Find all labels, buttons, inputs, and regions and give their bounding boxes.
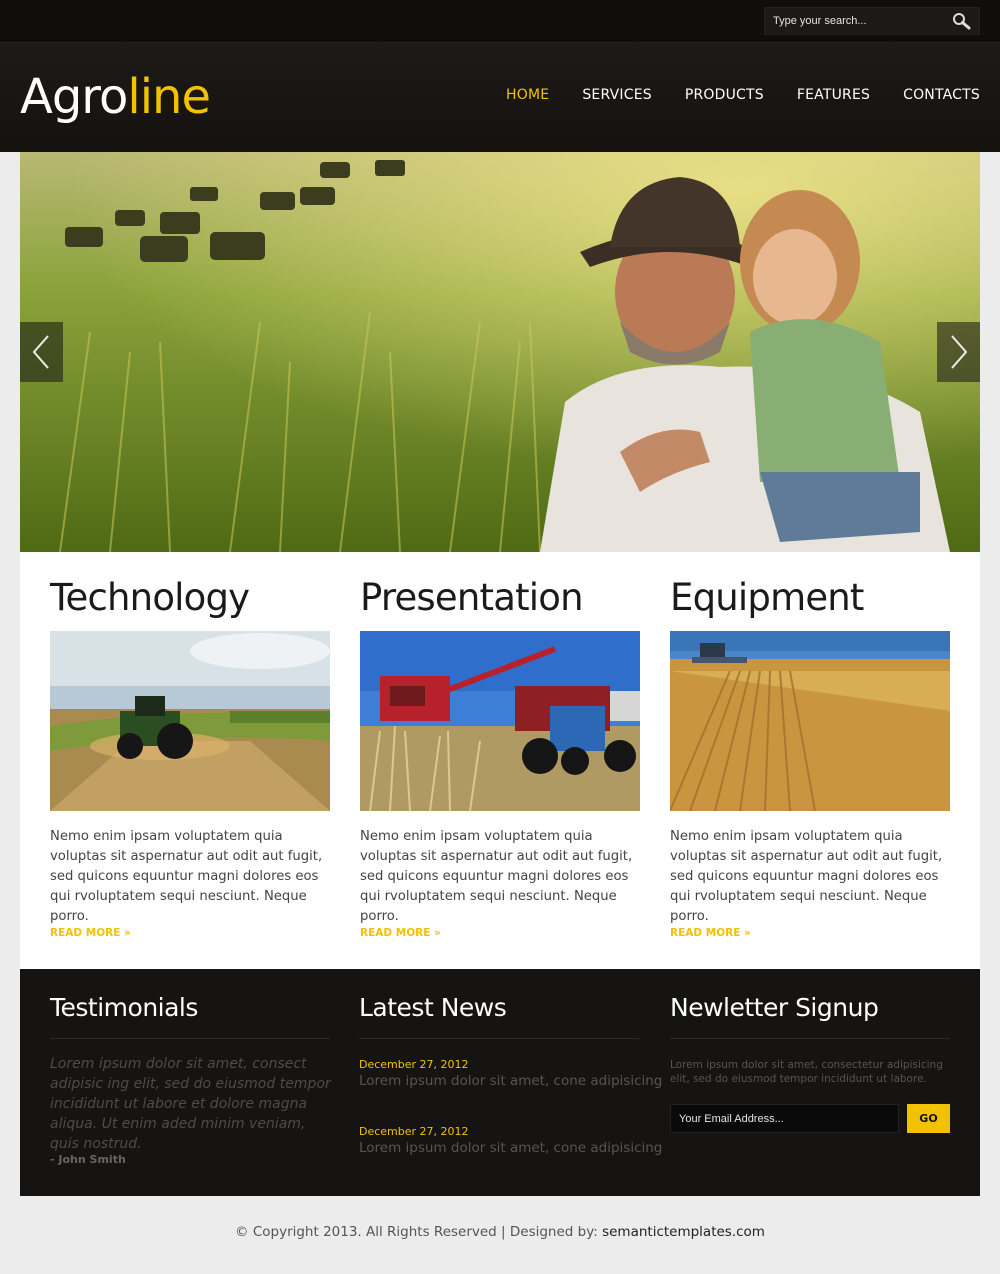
feature-text: Nemo enim ipsam voluptatem quia voluptas… — [50, 829, 323, 924]
top-bar — [0, 0, 1000, 42]
slider-prev-button[interactable] — [20, 322, 63, 382]
chevron-left-icon — [32, 335, 49, 369]
chevron-right-icon — [951, 335, 968, 369]
slider-next-button[interactable] — [937, 322, 980, 382]
divider — [670, 1038, 950, 1039]
nav-home[interactable]: HOME — [506, 87, 549, 103]
site-logo[interactable]: Agroline — [20, 69, 211, 125]
read-more-link[interactable]: READ MORE » — [50, 927, 131, 939]
news-date: December 27, 2012 — [359, 1058, 469, 1071]
divider — [50, 1038, 330, 1039]
widget-title: Testimonials — [50, 993, 198, 1022]
designer-link[interactable]: semantictemplates.com — [602, 1224, 765, 1240]
feature-title: Equipment — [670, 576, 864, 619]
wheat-field-photo[interactable] — [670, 631, 950, 811]
search-box — [764, 7, 980, 35]
harvester-photo[interactable] — [360, 631, 640, 811]
logo-part-1: Agro — [20, 69, 128, 125]
testimonial-author: - John Smith — [50, 1153, 126, 1166]
news-link[interactable]: Lorem ipsum dolor sit amet, cone adipisi… — [359, 1140, 662, 1156]
nav-services[interactable]: SERVICES — [582, 87, 652, 103]
widget-title: Newletter Signup — [670, 993, 879, 1022]
features-section: Technology Nemo enim ipsam voluptatem qu… — [20, 552, 980, 969]
read-more-link[interactable]: READ MORE » — [670, 927, 751, 939]
feature-title: Presentation — [360, 576, 584, 619]
nav-features[interactable]: FEATURES — [797, 87, 870, 103]
news-date: December 27, 2012 — [359, 1125, 469, 1138]
hero-slider — [20, 152, 980, 552]
main-nav: HOME SERVICES PRODUCTS FEATURES CONTACTS — [506, 87, 980, 103]
testimonial-quote: Lorem ipsum dolor sit amet, consect adip… — [50, 1056, 331, 1152]
nav-products[interactable]: PRODUCTS — [685, 87, 764, 103]
site-header: Agroline HOME SERVICES PRODUCTS FEATURES… — [0, 42, 1000, 152]
copyright-text: © Copyright 2013. All Rights Reserved | … — [235, 1224, 603, 1240]
logo-part-2: line — [127, 69, 211, 125]
read-more-link[interactable]: READ MORE » — [360, 927, 441, 939]
footer-widgets: Testimonials Lorem ipsum dolor sit amet,… — [20, 969, 980, 1196]
email-field[interactable] — [670, 1104, 899, 1133]
hero-image — [20, 152, 980, 552]
search-input[interactable] — [765, 8, 945, 34]
widget-title: Latest News — [359, 993, 507, 1022]
subscribe-button[interactable]: GO — [907, 1104, 950, 1133]
feature-title: Technology — [50, 576, 250, 619]
feature-text: Nemo enim ipsam voluptatem quia voluptas… — [360, 829, 633, 924]
search-icon[interactable] — [951, 12, 973, 30]
copyright: © Copyright 2013. All Rights Reserved | … — [0, 1224, 1000, 1240]
nav-contacts[interactable]: CONTACTS — [903, 87, 980, 103]
feature-text: Nemo enim ipsam voluptatem quia voluptas… — [670, 829, 943, 924]
newsletter-text: Lorem ipsum dolor sit amet, consectetur … — [670, 1059, 943, 1085]
news-link[interactable]: Lorem ipsum dolor sit amet, cone adipisi… — [359, 1073, 662, 1089]
tractor-field-photo[interactable] — [50, 631, 330, 811]
divider — [359, 1038, 639, 1039]
